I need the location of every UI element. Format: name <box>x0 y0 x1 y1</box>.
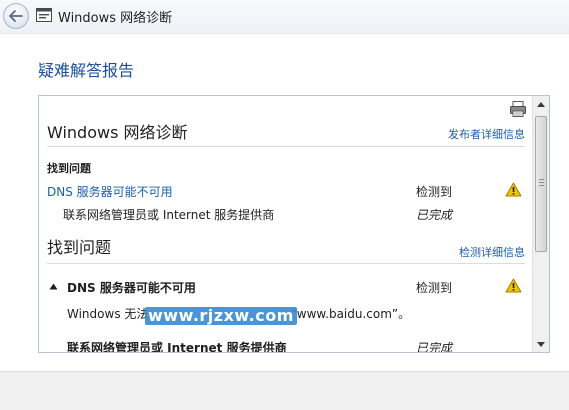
item-status-complete: 已完成 <box>416 341 453 353</box>
warning-icon <box>505 182 522 197</box>
found-problems-heading: 找到问题 <box>47 238 112 257</box>
section-title: Windows 网络诊断 <box>47 123 188 142</box>
scroll-up-arrow-icon <box>537 101 545 107</box>
grip-icon <box>539 179 544 186</box>
found-problems-label: 找到问题 <box>47 162 91 175</box>
collapse-arrow-icon[interactable] <box>49 283 58 290</box>
scroll-down-button[interactable] <box>533 336 549 352</box>
back-button[interactable] <box>3 3 29 29</box>
contact-admin-item: 联系网络管理员或 Internet 服务提供商 <box>63 208 275 222</box>
divider <box>47 146 525 147</box>
contact-admin-item: 联系网络管理员或 Internet 服务提供商 <box>67 341 287 353</box>
problem-status: 检测到 <box>416 281 453 295</box>
divider <box>47 263 525 264</box>
item-status-complete: 已完成 <box>416 208 453 222</box>
network-diagnostics-icon <box>36 8 52 22</box>
troubleshooting-report: Windows 网络诊断 发布者详细信息 找到问题 DNS 服务器可能不可用 检… <box>38 95 550 353</box>
back-arrow-icon <box>9 10 23 22</box>
footer-bar <box>0 371 569 410</box>
scroll-up-button[interactable] <box>533 96 549 112</box>
detection-details-link[interactable]: 检测详细信息 <box>459 244 525 260</box>
problem-status: 检测到 <box>416 185 453 199</box>
window-title: Windows 网络诊断 <box>58 11 173 26</box>
page-title: 疑难解答报告 <box>38 61 135 80</box>
description-suffix: “www.baidu.com”。 <box>291 307 411 321</box>
printer-icon[interactable] <box>509 100 527 118</box>
title-bar: Windows 网络诊断 <box>0 0 569 34</box>
scroll-down-arrow-icon <box>537 341 545 347</box>
problem-link-dns[interactable]: DNS 服务器可能不可用 <box>47 183 173 200</box>
warning-icon <box>505 278 522 293</box>
vertical-scrollbar[interactable] <box>532 96 549 352</box>
publisher-details-link[interactable]: 发布者详细信息 <box>448 126 525 142</box>
problem-title-dns: DNS 服务器可能不可用 <box>67 281 196 295</box>
description-prefix: Windows 无法 <box>67 307 149 321</box>
scroll-thumb[interactable] <box>535 116 547 252</box>
watermark: www.rjzxw.com <box>145 307 297 325</box>
